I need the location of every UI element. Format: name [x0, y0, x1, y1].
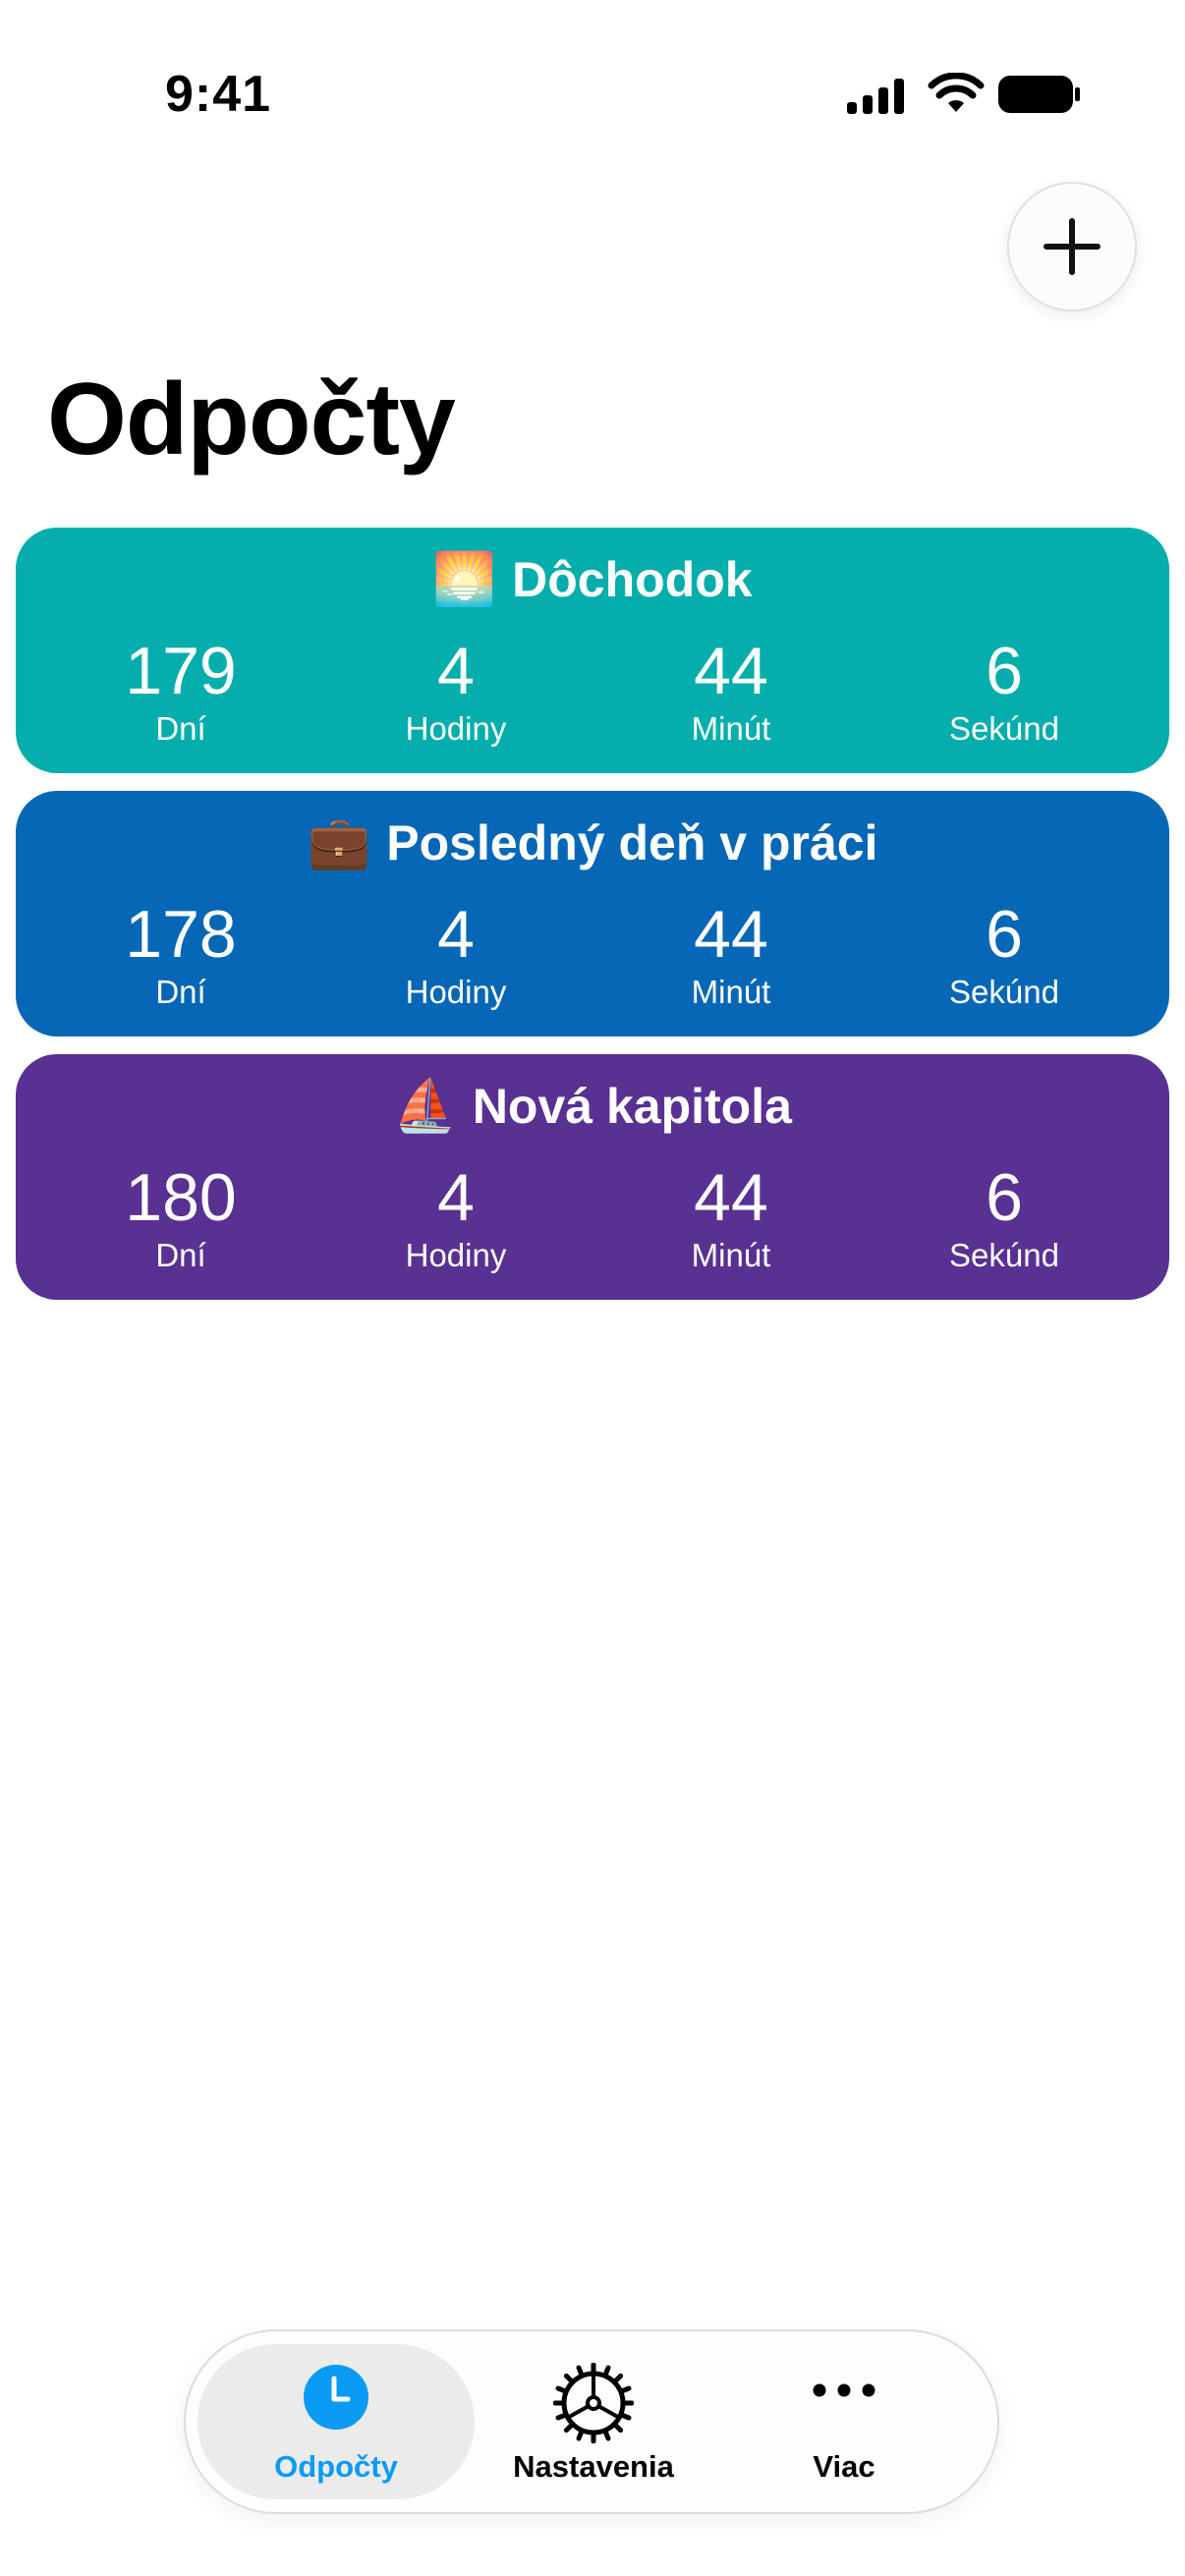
seconds-unit: 6 Sekúnd — [867, 634, 1142, 748]
cellular-signal-icon — [847, 79, 904, 114]
days-label: Dní — [155, 710, 206, 747]
countdown-title-text: Nová kapitola — [472, 1079, 792, 1134]
countdown-card[interactable]: 💼 Posledný deň v práci 178 Dní 4 Hodiny 44 M… — [16, 791, 1169, 1036]
hours-label: Hodiny — [405, 974, 507, 1010]
seconds-value: 6 — [986, 634, 1023, 708]
countdown-card[interactable]: 🌅 Dôchodok 179 Dní 4 Hodiny 44 Minút 6 Sekúnd — [16, 528, 1169, 773]
tab-label: Odpočty — [274, 2449, 398, 2484]
countdown-title: ⛵ Nová kapitola — [16, 1076, 1169, 1136]
hours-label: Hodiny — [405, 710, 507, 747]
countdown-title: 💼 Posledný deň v práci — [16, 812, 1169, 872]
days-value: 179 — [125, 634, 237, 708]
minutes-value: 44 — [694, 897, 768, 972]
countdown-title: 🌅 Dôchodok — [16, 549, 1169, 609]
seconds-value: 6 — [986, 1160, 1023, 1235]
countdown-title-text: Dôchodok — [512, 552, 753, 607]
minutes-label: Minút — [691, 1237, 771, 1273]
seconds-label: Sekúnd — [949, 710, 1059, 747]
add-countdown-button[interactable] — [1007, 182, 1137, 311]
status-icons — [847, 71, 1083, 118]
minutes-unit: 44 Minút — [593, 1160, 869, 1274]
tab-odpocty[interactable]: Odpočty — [208, 2331, 464, 2512]
countdown-list: 🌅 Dôchodok 179 Dní 4 Hodiny 44 Minút 6 Sekúnd… — [16, 528, 1169, 1317]
gear-icon — [552, 2362, 635, 2448]
minutes-label: Minút — [691, 710, 771, 747]
tab-label: Viac — [813, 2449, 875, 2484]
seconds-value: 6 — [986, 897, 1023, 972]
countdown-card[interactable]: ⛵ Nová kapitola 180 Dní 4 Hodiny 44 Minút 6S… — [16, 1054, 1169, 1300]
minutes-value: 44 — [694, 1160, 768, 1235]
days-label: Dní — [155, 1237, 206, 1273]
hours-unit: 4 Hodiny — [318, 897, 593, 1011]
wifi-icon — [928, 73, 985, 112]
days-unit: 178 Dní — [43, 897, 318, 1011]
tab-nastavenia[interactable]: Nastavenia — [466, 2331, 721, 2512]
days-unit: 180 Dní — [43, 1160, 318, 1274]
seconds-label: Sekúnd — [949, 974, 1059, 1010]
days-label: Dní — [155, 974, 206, 1010]
days-value: 178 — [125, 897, 237, 972]
minutes-unit: 44 Minút — [593, 897, 869, 1011]
days-unit: 179 Dní — [43, 634, 318, 748]
tab-bar: Odpočty Nastavenia Viac — [184, 2329, 999, 2514]
minutes-value: 44 — [694, 634, 768, 708]
seconds-unit: 6 Sekúnd — [867, 897, 1142, 1011]
page-title: Odpočty — [47, 363, 456, 476]
seconds-unit: 6 Sekúnd — [867, 1160, 1142, 1274]
clock-icon — [302, 2363, 370, 2436]
hours-value: 4 — [437, 897, 475, 972]
countdown-title-text: Posledný deň v práci — [386, 815, 878, 870]
sunrise-icon: 🌅 — [432, 551, 497, 608]
hours-unit: 4 Hodiny — [318, 1160, 593, 1274]
hours-unit: 4 Hodiny — [318, 634, 593, 748]
hours-label: Hodiny — [405, 1237, 507, 1273]
tab-viac[interactable]: Viac — [716, 2331, 972, 2512]
battery-icon — [998, 76, 1080, 113]
sailboat-icon: ⛵ — [393, 1078, 457, 1135]
status-time: 9:41 — [165, 66, 272, 123]
days-value: 180 — [125, 1160, 237, 1235]
hours-value: 4 — [437, 1160, 475, 1235]
minutes-label: Minút — [691, 974, 771, 1010]
ellipsis-icon — [812, 2382, 876, 2403]
minutes-unit: 44 Minút — [593, 634, 869, 748]
seconds-label: Sekúnd — [949, 1237, 1059, 1273]
tab-label: Nastavenia — [513, 2449, 674, 2484]
plus-icon — [1044, 218, 1100, 275]
hours-value: 4 — [437, 634, 475, 708]
briefcase-icon: 💼 — [307, 814, 371, 871]
